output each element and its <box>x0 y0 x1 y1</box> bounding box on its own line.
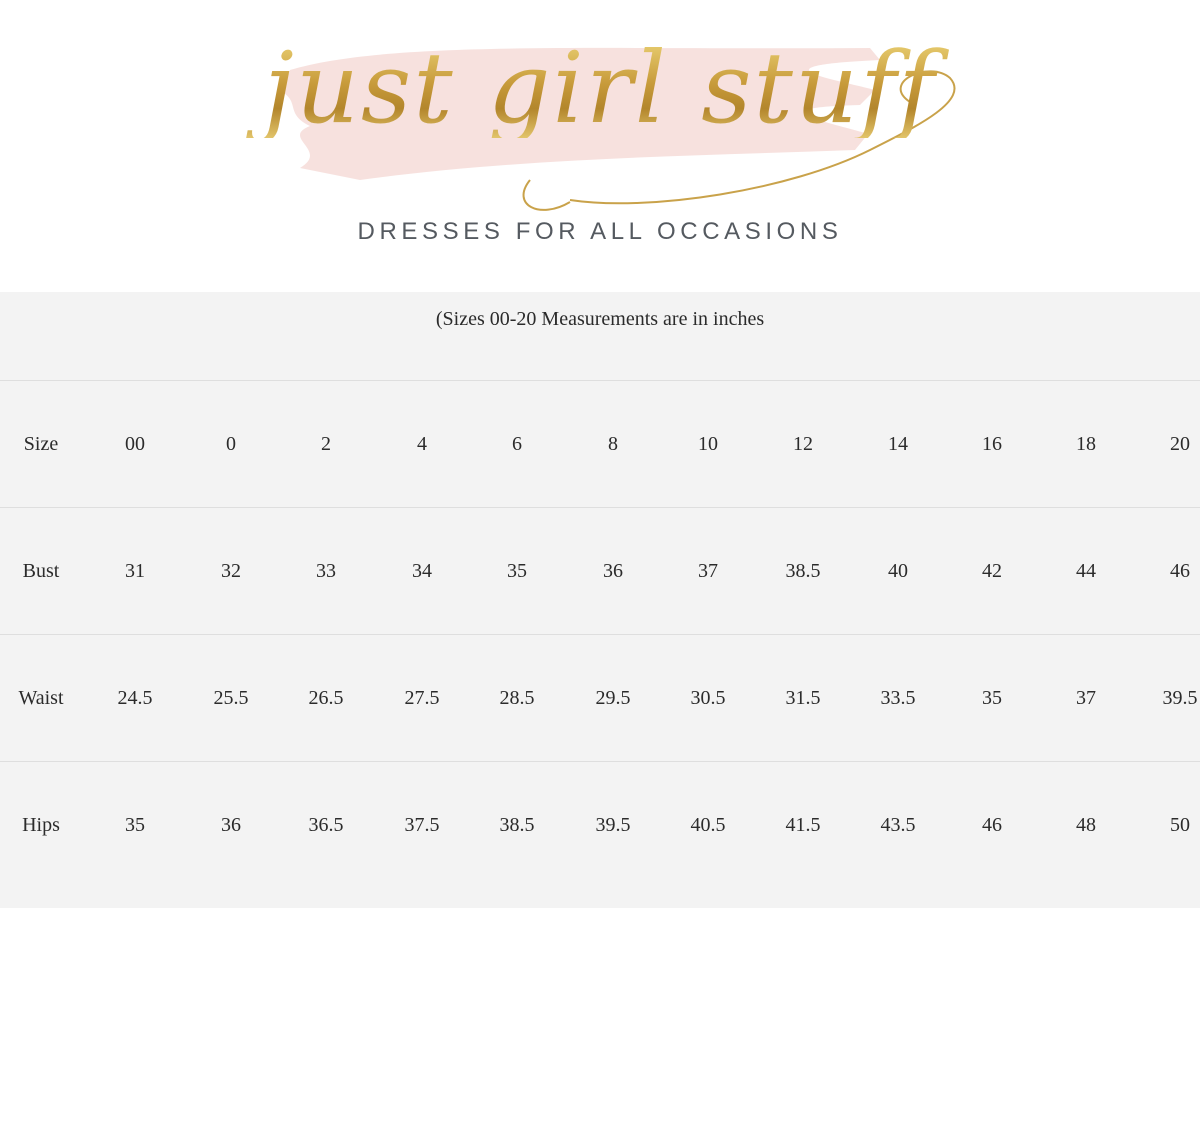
table-cell: 40 <box>888 560 908 582</box>
table-cell: 35 <box>982 687 1002 709</box>
table-cell: 37.5 <box>404 814 440 836</box>
table-cell: 46 <box>982 814 1002 836</box>
table-row-size: Size 00 0 2 4 6 8 10 12 14 16 18 20 <box>0 381 1200 508</box>
table-cell: 36.5 <box>308 814 344 836</box>
table-cell: 37 <box>698 560 718 582</box>
table-cell: 31.5 <box>785 687 821 709</box>
table-cell: 00 <box>125 433 145 455</box>
table-cell: 38.5 <box>499 814 535 836</box>
table-cell: 50 <box>1170 814 1190 836</box>
table-cell: 44 <box>1076 560 1096 582</box>
table-cell: 16 <box>982 433 1002 455</box>
table-row-waist: Waist 24.5 25.5 26.5 27.5 28.5 29.5 30.5 31.5 33.… <box>0 635 1200 762</box>
table-cell: 30.5 <box>690 687 726 709</box>
size-chart-caption: (Sizes 00-20 Measurements are in inches <box>0 292 1200 381</box>
table-cell: 39.5 <box>595 814 631 836</box>
table-cell: 10 <box>698 433 718 455</box>
table-cell: 32 <box>221 560 241 582</box>
table-row-bust: Bust 31 32 33 34 35 36 37 38.5 40 42 44 46 <box>0 508 1200 635</box>
table-cell: 12 <box>793 433 813 455</box>
table-row-hips: Hips 35 36 36.5 37.5 38.5 39.5 40.5 41.5 43.5 46 48… <box>0 762 1200 889</box>
table-cell: 36 <box>603 560 623 582</box>
table-cell: 8 <box>608 433 618 455</box>
table-cell: 0 <box>226 433 236 455</box>
table-cell: 18 <box>1076 433 1096 455</box>
table-cell: 40.5 <box>690 814 726 836</box>
table-cell: 36 <box>221 814 241 836</box>
table-cell: 39.5 <box>1162 687 1198 709</box>
table-cell: 24.5 <box>117 687 153 709</box>
table-cell: 28.5 <box>499 687 535 709</box>
brand-logo: just girl stuff DRESSES FOR ALL OCCASION… <box>0 0 1200 270</box>
table-cell: 41.5 <box>785 814 821 836</box>
table-cell: 33 <box>316 560 336 582</box>
table-cell: 6 <box>512 433 522 455</box>
table-cell: 29.5 <box>595 687 631 709</box>
table-cell: 27.5 <box>404 687 440 709</box>
table-cell: 26.5 <box>308 687 344 709</box>
table-cell: 46 <box>1170 560 1190 582</box>
row-label: Size <box>23 433 59 455</box>
row-label: Hips <box>22 814 60 836</box>
logo-wordmark: just girl stuff <box>0 40 1200 138</box>
size-chart-table: (Sizes 00-20 Measurements are in inches … <box>0 292 1200 908</box>
row-label: Bust <box>22 560 60 582</box>
table-cell: 25.5 <box>213 687 249 709</box>
table-cell: 43.5 <box>880 814 916 836</box>
table-cell: 37 <box>1076 687 1096 709</box>
table-cell: 33.5 <box>880 687 916 709</box>
table-cell: 34 <box>412 560 432 582</box>
table-cell: 42 <box>982 560 1002 582</box>
table-cell: 48 <box>1076 814 1096 836</box>
table-cell: 2 <box>321 433 331 455</box>
table-cell: 4 <box>417 433 427 455</box>
caption-text: (Sizes 00-20 Measurements are in inches <box>435 308 765 330</box>
table-cell: 14 <box>888 433 908 455</box>
row-label: Waist <box>18 687 64 709</box>
table-cell: 31 <box>125 560 145 582</box>
table-cell: 35 <box>125 814 145 836</box>
table-cell: 20 <box>1170 433 1190 455</box>
brand-tagline: DRESSES FOR ALL OCCASIONS <box>357 218 843 245</box>
table-cell: 35 <box>507 560 527 582</box>
table-cell: 38.5 <box>785 560 821 582</box>
